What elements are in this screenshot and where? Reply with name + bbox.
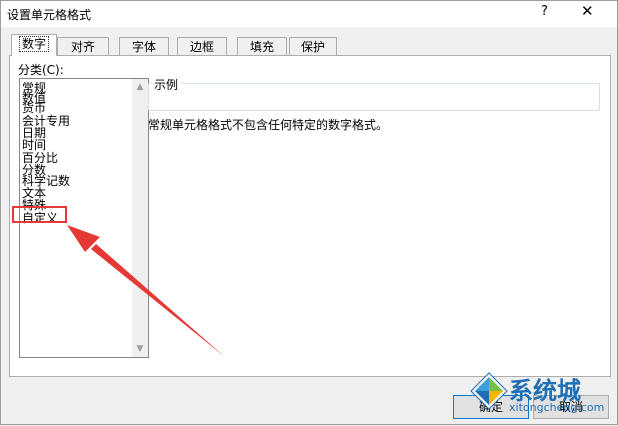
category-item-currency[interactable]: 货币 — [22, 101, 46, 115]
format-cells-dialog: 设置单元格格式 ? ✕ 数字 对齐 字体 边框 填充 保护 分类(C): 常规 … — [0, 0, 618, 425]
tab-number[interactable]: 数字 — [11, 34, 57, 56]
sample-box — [148, 83, 600, 111]
custom-highlight-box — [12, 206, 67, 223]
format-description: 常规单元格格式不包含任何特定的数字格式。 — [148, 118, 389, 132]
category-label: 分类(C): — [18, 63, 64, 77]
tab-font[interactable]: 字体 — [119, 37, 169, 56]
site-watermark: 系统城 xitongcheng.com — [469, 367, 617, 423]
dialog-title: 设置单元格格式 — [7, 8, 92, 22]
watermark-url: xitongcheng.com — [509, 401, 605, 414]
title-bar: 设置单元格格式 ? ✕ — [1, 1, 617, 27]
help-icon[interactable]: ? — [541, 4, 548, 19]
tab-border[interactable]: 边框 — [177, 37, 227, 56]
tab-border-label: 边框 — [189, 40, 214, 54]
category-item-time[interactable]: 时间 — [22, 138, 46, 152]
scroll-down-icon[interactable]: ▼ — [132, 341, 148, 357]
tab-fill[interactable]: 填充 — [237, 37, 287, 56]
number-tab-panel: 分类(C): 常规 数值 货币 会计专用 日期 时间 百分比 分数 科学记数 文… — [9, 55, 611, 377]
sample-label: 示例 — [151, 76, 182, 93]
watermark-logo-icon — [470, 372, 508, 410]
tab-font-label: 字体 — [131, 40, 156, 54]
tab-alignment[interactable]: 对齐 — [57, 37, 109, 56]
tab-number-label: 数字 — [18, 36, 50, 52]
category-scrollbar[interactable]: ▲ ▼ — [132, 79, 148, 357]
tab-protection[interactable]: 保护 — [289, 37, 337, 56]
tab-alignment-label: 对齐 — [70, 40, 95, 54]
tab-fill-label: 填充 — [249, 40, 274, 54]
close-icon[interactable]: ✕ — [581, 2, 594, 20]
scroll-up-icon[interactable]: ▲ — [132, 79, 148, 95]
tab-protection-label: 保护 — [300, 40, 325, 54]
